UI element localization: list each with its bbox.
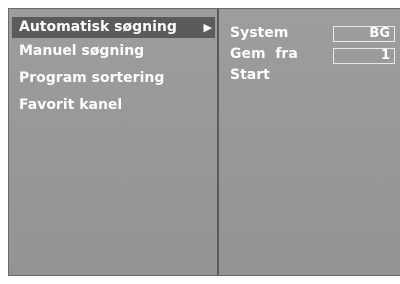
menu-item-label: Program sortering <box>19 70 165 86</box>
menu-item-automatic-search[interactable]: Automatisk søgning ▶ <box>12 17 215 38</box>
system-value-field[interactable]: BG <box>333 26 395 42</box>
main-menu-panel: Automatisk søgning ▶ Manuel søgning Prog… <box>9 9 219 275</box>
menu-item-label: Automatisk søgning <box>19 19 177 35</box>
store-from-label: Gem fra <box>230 46 298 62</box>
right-arrow-icon: ▶ <box>203 21 212 34</box>
menu-item-favorite-channel[interactable]: Favorit kanel <box>12 95 215 116</box>
tv-osd-menu: Automatisk søgning ▶ Manuel søgning Prog… <box>8 8 400 276</box>
system-label: System <box>230 25 289 41</box>
menu-item-manual-search[interactable]: Manuel søgning <box>12 41 215 62</box>
menu-item-label: Manuel søgning <box>19 43 145 59</box>
store-from-value-field[interactable]: 1 <box>333 48 395 64</box>
menu-item-label: Favorit kanel <box>19 97 123 113</box>
submenu-panel: System BG Gem fra 1 Start <box>221 9 400 275</box>
menu-item-program-sort[interactable]: Program sortering <box>12 68 215 89</box>
start-option[interactable]: Start <box>230 65 270 85</box>
